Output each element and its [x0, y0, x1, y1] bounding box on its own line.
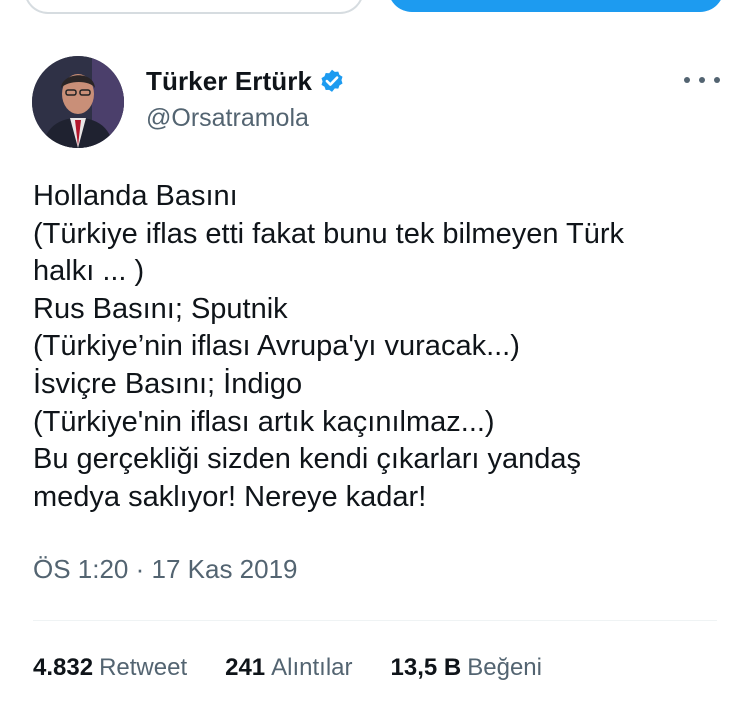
tweet-page: Türker Ertürk @Orsatramola Hollanda Bası… — [0, 0, 750, 714]
quote-number: 241 — [225, 654, 266, 681]
author-name-row[interactable]: Türker Ertürk — [146, 66, 346, 97]
verified-badge-icon — [321, 69, 343, 92]
dot-icon — [699, 77, 705, 83]
retweet-number: 4.832 — [33, 654, 94, 681]
tweet-line: (Türkiye’nin iflası Avrupa'yı vuracak...… — [33, 330, 520, 363]
tweet-line: Bu gerçekliği sizden kendi çıkarları yan… — [33, 443, 582, 476]
tweet-line: İsviçre Basını; İndigo — [33, 367, 303, 400]
author-handle[interactable]: @Orsatramola — [146, 104, 309, 133]
tweet-line: medya saklıyor! Nereye kadar! — [33, 480, 427, 513]
quote-label: Alıntılar — [271, 654, 353, 681]
like-number: 13,5 B — [390, 654, 462, 681]
like-label: Beğeni — [467, 654, 542, 681]
tweet-line: Hollanda Basını — [33, 180, 238, 212]
like-count[interactable]: 13,5 B Beğeni — [391, 654, 542, 682]
top-right-button[interactable] — [388, 0, 724, 12]
tweet-timestamp[interactable]: ÖS 1:20 · 17 Kas 2019 — [33, 554, 298, 585]
dot-icon — [714, 77, 720, 83]
top-left-button[interactable] — [24, 0, 364, 14]
quote-count[interactable]: 241 Alıntılar — [225, 654, 352, 682]
retweet-count[interactable]: 4.832 Retweet — [33, 654, 187, 682]
more-options-icon[interactable] — [684, 66, 720, 94]
tweet-stats: 4.832 Retweet 241 Alıntılar 13,5 B Beğeni — [33, 654, 580, 682]
avatar[interactable] — [32, 56, 124, 148]
tweet-line: (Türkiye iflas etti fakat bunu tek bilme… — [33, 217, 624, 250]
tweet-text: Hollanda Basını (Türkiye iflas etti faka… — [33, 178, 723, 516]
divider — [33, 620, 717, 621]
tweet-line: (Türkiye'nin iflası artık kaçınılmaz...) — [33, 405, 495, 438]
tweet-line: halkı ... ) — [33, 255, 145, 288]
retweet-label: Retweet — [99, 654, 188, 681]
author-display-name[interactable]: Türker Ertürk — [146, 66, 312, 97]
dot-icon — [684, 77, 690, 83]
tweet-line: Rus Basını; Sputnik — [33, 292, 288, 325]
